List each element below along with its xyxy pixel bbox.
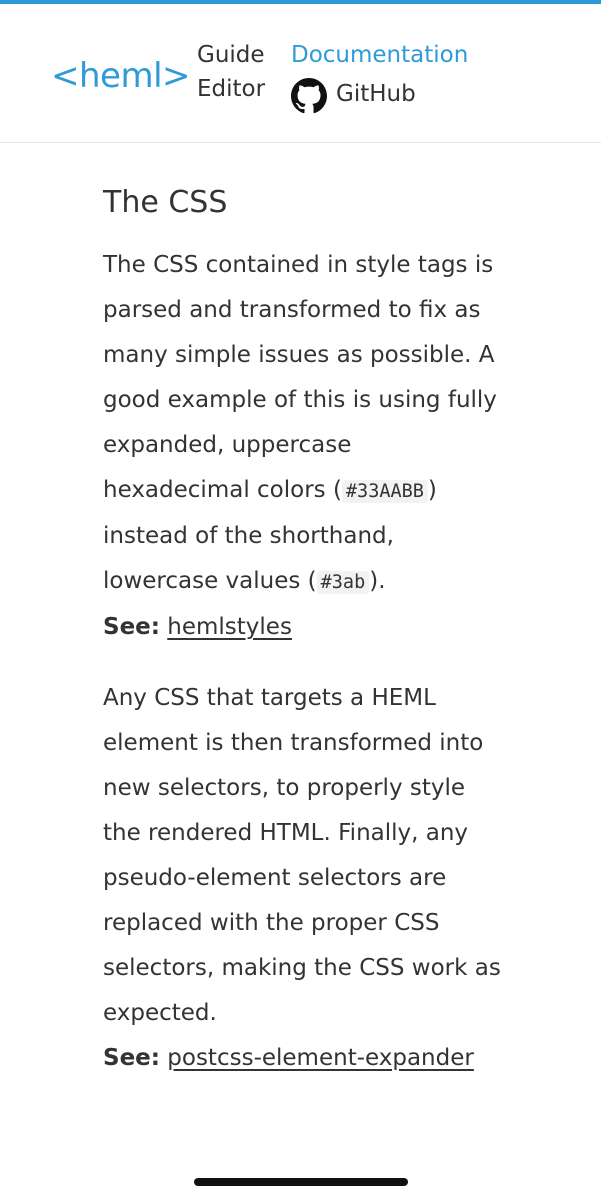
postcss-element-expander-link[interactable]: postcss-element-expander bbox=[167, 1045, 474, 1071]
see-label: See: bbox=[103, 1045, 160, 1071]
code-33aabb: #33AABB bbox=[341, 480, 428, 503]
para1-text-a: The CSS contained in style tags is parse… bbox=[103, 252, 497, 503]
nav-github-link[interactable]: GitHub bbox=[291, 74, 416, 114]
nav-documentation-link[interactable]: Documentation bbox=[291, 40, 468, 70]
see-label: See: bbox=[103, 614, 160, 640]
site-header: <heml> Guide Editor Documentation GitHub bbox=[0, 4, 601, 143]
github-icon bbox=[291, 78, 327, 114]
css-paragraph-1: The CSS contained in style tags is parse… bbox=[103, 243, 503, 605]
main-content: The CSS The CSS contained in style tags … bbox=[103, 178, 503, 1081]
section-title: The CSS bbox=[103, 185, 228, 220]
hemlstyles-link[interactable]: hemlstyles bbox=[167, 614, 292, 640]
nav-editor-link[interactable]: Editor bbox=[197, 74, 265, 104]
nav-github-label: GitHub bbox=[336, 81, 416, 107]
heml-logo[interactable]: <heml> bbox=[51, 56, 191, 96]
nav-guide-link[interactable]: Guide bbox=[197, 40, 265, 70]
home-indicator[interactable] bbox=[194, 1178, 408, 1186]
css-paragraph-2: Any CSS that targets a HEML element is t… bbox=[103, 685, 501, 1026]
see-hemlstyles: See: hemlstyles bbox=[103, 605, 503, 650]
see-postcss-element-expander: See: postcss-element-expander bbox=[103, 1036, 503, 1081]
code-3ab: #3ab bbox=[316, 571, 370, 594]
para1-text-c: ). bbox=[369, 568, 386, 594]
